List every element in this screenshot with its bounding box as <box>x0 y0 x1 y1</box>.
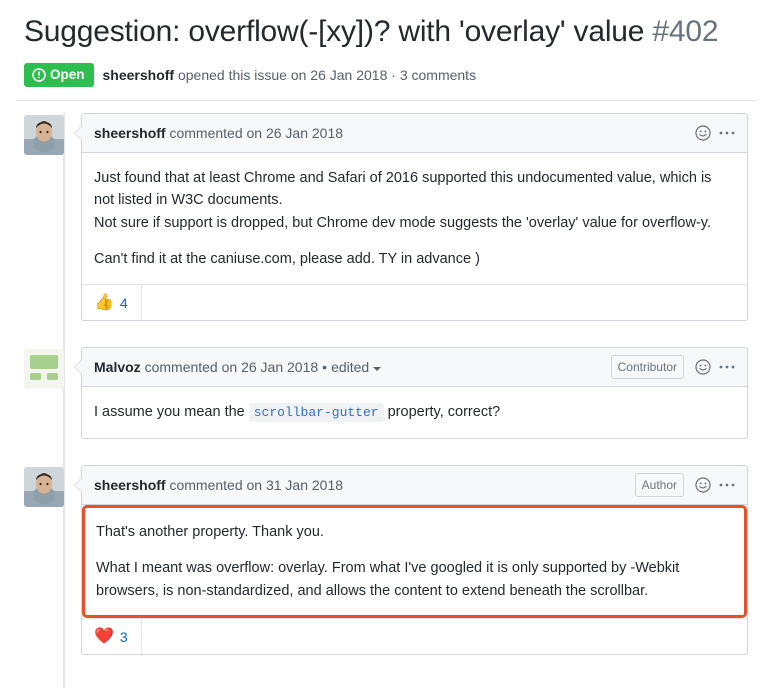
comment-paragraph: I assume you mean the scrollbar-gutter p… <box>94 401 733 423</box>
comment-author-link[interactable]: Malvoz <box>94 359 141 375</box>
identicon-avatar <box>24 349 64 390</box>
smiley-icon <box>695 477 711 493</box>
issue-comment-count: 3 comments <box>399 66 477 83</box>
comment-body: Just found that at least Chrome and Safa… <box>82 153 747 285</box>
reaction-count: 3 <box>119 628 128 645</box>
edited-label[interactable]: edited <box>331 359 369 375</box>
reaction-thumbs-up[interactable]: 👍 4 <box>82 285 142 321</box>
comment-paragraph: Just found that at least Chrome and Safa… <box>94 167 733 234</box>
comment-paragraph: That's another property. Thank you. <box>96 523 324 540</box>
add-reaction-button[interactable] <box>695 124 711 141</box>
header-divider <box>16 100 756 101</box>
comment-line: Not sure if support is dropped, but Chro… <box>94 214 711 231</box>
comment-text-before: I assume you mean the <box>94 404 249 421</box>
reaction-heart[interactable]: ❤️ 3 <box>82 619 142 655</box>
comment-author-link[interactable]: sheershoff <box>94 477 166 493</box>
status-badge: Open <box>24 62 94 87</box>
heart-emoji: ❤️ <box>94 627 114 645</box>
issue-meta-text: sheershoff opened this issue on 26 Jan 2… <box>103 67 477 83</box>
smiley-icon <box>695 124 711 141</box>
comment-body: I assume you mean the scrollbar-gutter p… <box>82 387 747 437</box>
avatar[interactable] <box>24 349 64 390</box>
chevron-down-icon[interactable] <box>373 366 382 371</box>
comment-2: Malvoz commented on 26 Jan 2018 • edited C… <box>24 347 748 439</box>
comment-header: sheershoff commented on 31 Jan 2018 Auth… <box>82 465 747 505</box>
comment-box: sheershoff commented on 26 Jan 2018 Just… <box>74 112 748 322</box>
issue-author-link[interactable]: sheershoff <box>103 67 175 83</box>
issue-page: Suggestion: overflow(-[xy])? with 'overl… <box>0 0 764 688</box>
comment-timestamp: commented on 26 Jan 2018 <box>144 359 319 376</box>
issue-title-text: Suggestion: overflow(-[xy])? with 'overl… <box>24 15 645 48</box>
role-badge: Author <box>634 472 684 497</box>
kebab-menu-icon <box>719 482 735 488</box>
comment-timestamp: commented on 31 Jan 2018 <box>169 476 344 493</box>
comment-box: sheershoff commented on 31 Jan 2018 Auth… <box>74 464 748 656</box>
avatar[interactable] <box>24 466 64 507</box>
issue-meta: Open sheershoff opened this issue on 26 … <box>24 62 748 87</box>
comment-timeline: sheershoff commented on 26 Jan 2018 Just… <box>16 112 748 688</box>
comment-line: Just found that at least Chrome and Safa… <box>94 169 712 209</box>
comment-byline: sheershoff commented on 31 Jan 2018 <box>94 477 343 493</box>
comment-menu-button[interactable] <box>719 364 735 370</box>
kebab-menu-icon <box>719 364 735 370</box>
issue-number: #402 <box>652 15 719 48</box>
issue-opened-text: opened this issue on 26 Jan 2018 <box>177 66 388 83</box>
comment-header: Malvoz commented on 26 Jan 2018 • edited C… <box>82 348 747 388</box>
comment-3: sheershoff commented on 31 Jan 2018 Auth… <box>24 464 748 656</box>
comment-1: sheershoff commented on 26 Jan 2018 Just… <box>24 112 748 322</box>
comment-text-after: property, correct? <box>383 404 501 421</box>
comment-menu-button[interactable] <box>719 130 735 136</box>
comment-byline: sheershoff commented on 26 Jan 2018 <box>94 125 343 141</box>
issue-opened-icon <box>32 67 46 82</box>
meta-separator: · <box>391 66 396 83</box>
reaction-bar: ❤️ 3 <box>82 618 747 655</box>
page-title: Suggestion: overflow(-[xy])? with 'overl… <box>24 14 748 51</box>
role-badge: Contributor <box>610 355 684 380</box>
smiley-icon <box>695 359 711 376</box>
comment-box: Malvoz commented on 26 Jan 2018 • edited C… <box>74 347 748 439</box>
comment-timestamp: commented on 26 Jan 2018 <box>169 124 344 141</box>
kebab-menu-icon <box>719 130 735 136</box>
status-badge-label: Open <box>50 66 85 82</box>
comment-menu-button[interactable] <box>719 482 735 488</box>
add-reaction-button[interactable] <box>695 477 711 493</box>
photo-avatar <box>24 466 64 507</box>
edited-separator: • <box>322 359 328 376</box>
issue-header: Suggestion: overflow(-[xy])? with 'overl… <box>16 0 748 97</box>
avatar[interactable] <box>24 114 64 155</box>
add-reaction-button[interactable] <box>695 359 711 376</box>
reaction-bar: 👍 4 <box>82 284 747 321</box>
comment-author-link[interactable]: sheershoff <box>94 125 166 141</box>
comment-header: sheershoff commented on 26 Jan 2018 <box>82 113 747 153</box>
comment-paragraph: What I meant was overflow: overlay. From… <box>96 560 680 599</box>
reaction-bar-empty <box>142 285 747 320</box>
photo-avatar <box>24 114 64 155</box>
inline-code: scrollbar-gutter <box>248 403 384 423</box>
comment-byline: Malvoz commented on 26 Jan 2018 • edited <box>94 359 382 376</box>
reaction-count: 4 <box>119 294 128 311</box>
reaction-bar-empty <box>142 619 747 654</box>
comment-body-highlighted: That's another property. Thank you. What… <box>82 504 747 619</box>
comment-paragraph: Can't find it at the caniuse.com, please… <box>94 251 480 267</box>
thumbs-up-emoji: 👍 <box>94 293 114 311</box>
